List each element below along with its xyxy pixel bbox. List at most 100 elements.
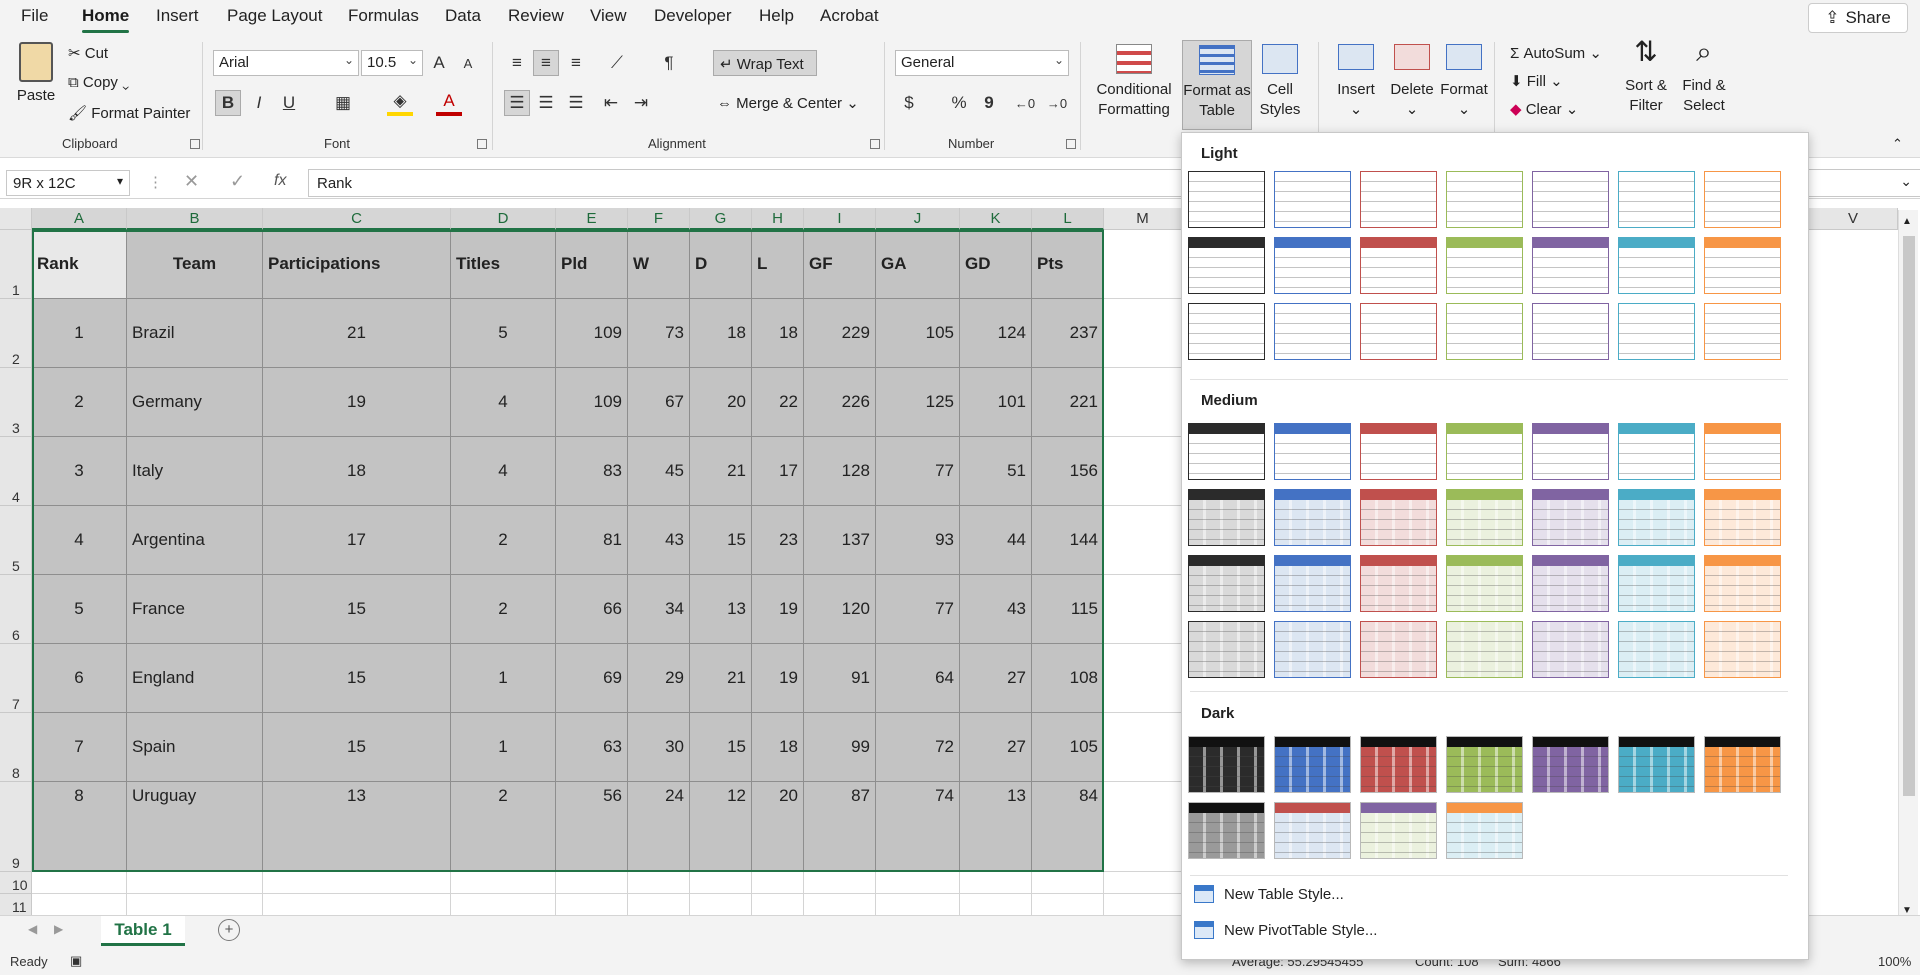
empty-cell[interactable] [804, 894, 876, 916]
empty-cell[interactable] [1104, 575, 1182, 644]
table-style-swatch[interactable] [1618, 736, 1695, 793]
accessibility-icon[interactable]: ▣ [70, 953, 82, 969]
table-cell[interactable]: 19 [752, 575, 804, 644]
table-style-swatch[interactable] [1446, 555, 1523, 612]
table-cell[interactable]: 15 [263, 644, 451, 713]
table-cell[interactable]: 20 [752, 782, 804, 872]
table-style-swatch[interactable] [1532, 303, 1609, 360]
expand-formula-icon[interactable]: ⌄ [1900, 173, 1912, 190]
empty-cell[interactable] [1104, 782, 1182, 872]
table-cell[interactable]: 24 [628, 782, 690, 872]
table-style-swatch[interactable] [1360, 802, 1437, 859]
table-cell[interactable]: 144 [1032, 506, 1104, 575]
empty-cell[interactable] [1032, 872, 1104, 894]
table-style-swatch[interactable] [1188, 171, 1265, 228]
borders-button[interactable]: ▦ [330, 90, 356, 116]
paste-button[interactable]: Paste [16, 42, 56, 106]
row-header[interactable]: 4 [0, 437, 32, 506]
table-cell[interactable]: 84 [1032, 782, 1104, 872]
zoom-level[interactable]: 100% [1878, 954, 1911, 969]
tab-file[interactable]: File [21, 6, 48, 26]
table-cell[interactable]: 64 [876, 644, 960, 713]
column-header[interactable]: A [32, 208, 127, 230]
alignment-launcher-icon[interactable] [870, 139, 880, 149]
table-style-swatch[interactable] [1618, 171, 1695, 228]
table-style-swatch[interactable] [1446, 423, 1523, 480]
table-cell[interactable]: 7 [32, 713, 127, 782]
table-cell[interactable]: 108 [1032, 644, 1104, 713]
table-cell[interactable]: 43 [960, 575, 1032, 644]
table-cell[interactable]: Titles [451, 230, 556, 299]
column-header[interactable]: E [556, 208, 628, 230]
format-cells-button[interactable]: Format ⌄ [1436, 44, 1492, 120]
select-all-corner[interactable] [0, 208, 32, 230]
name-box[interactable]: 9R x 12C ▾ [6, 170, 130, 196]
table-cell[interactable]: 93 [876, 506, 960, 575]
clipboard-launcher-icon[interactable] [190, 139, 200, 149]
table-style-swatch[interactable] [1360, 303, 1437, 360]
table-cell[interactable]: 21 [263, 299, 451, 368]
table-cell[interactable]: 69 [556, 644, 628, 713]
table-cell[interactable]: 15 [690, 506, 752, 575]
table-cell[interactable]: 83 [556, 437, 628, 506]
table-cell[interactable]: 3 [32, 437, 127, 506]
row-header[interactable]: 9 [0, 782, 32, 872]
number-format-dropdown[interactable]: General ⌄ [895, 50, 1069, 76]
table-cell[interactable]: 21 [690, 644, 752, 713]
table-cell[interactable]: Pld [556, 230, 628, 299]
table-cell[interactable]: 30 [628, 713, 690, 782]
table-cell[interactable]: D [690, 230, 752, 299]
table-cell[interactable]: 2 [451, 782, 556, 872]
table-style-swatch[interactable] [1704, 489, 1781, 546]
table-cell[interactable]: 12 [690, 782, 752, 872]
font-size-dropdown[interactable]: 10.5 ⌄ [361, 50, 423, 76]
column-header[interactable]: C [263, 208, 451, 230]
empty-cell[interactable] [32, 872, 127, 894]
table-cell[interactable]: 17 [263, 506, 451, 575]
table-cell[interactable]: GA [876, 230, 960, 299]
underline-button[interactable]: U [276, 90, 302, 116]
empty-cell[interactable] [1104, 368, 1182, 437]
table-cell[interactable]: 29 [628, 644, 690, 713]
format-painter-button[interactable]: 🖌 Format Painter [68, 104, 190, 122]
table-cell[interactable]: 74 [876, 782, 960, 872]
empty-cell[interactable] [1104, 230, 1182, 299]
table-style-swatch[interactable] [1188, 237, 1265, 294]
table-style-swatch[interactable] [1446, 802, 1523, 859]
font-name-dropdown[interactable]: Arial ⌄ [213, 50, 359, 76]
wrap-text-button[interactable]: ↵ Wrap Text [713, 50, 817, 76]
table-style-swatch[interactable] [1188, 303, 1265, 360]
table-cell[interactable]: 125 [876, 368, 960, 437]
table-style-swatch[interactable] [1274, 621, 1351, 678]
table-cell[interactable]: 226 [804, 368, 876, 437]
table-cell[interactable]: 8 [32, 782, 127, 872]
table-cell[interactable]: 23 [752, 506, 804, 575]
tab-developer[interactable]: Developer [654, 6, 732, 26]
empty-cell[interactable] [752, 894, 804, 916]
table-style-swatch[interactable] [1704, 303, 1781, 360]
enter-icon[interactable]: ✓ [230, 171, 245, 192]
table-style-swatch[interactable] [1532, 171, 1609, 228]
table-cell[interactable]: 20 [690, 368, 752, 437]
table-style-swatch[interactable] [1274, 489, 1351, 546]
table-style-swatch[interactable] [1360, 736, 1437, 793]
increase-decimal-icon[interactable]: ←0 [1012, 90, 1038, 116]
table-cell[interactable]: 17 [752, 437, 804, 506]
table-style-swatch[interactable] [1618, 237, 1695, 294]
merge-center-button[interactable]: ⇔ Merge & Center ⌄ [717, 94, 859, 112]
italic-button[interactable]: I [246, 90, 272, 116]
table-cell[interactable]: Argentina [127, 506, 263, 575]
column-header[interactable]: L [1032, 208, 1104, 230]
empty-cell[interactable] [1104, 894, 1182, 916]
orientation-icon[interactable]: ⟋ [604, 50, 630, 76]
table-cell[interactable]: Participations [263, 230, 451, 299]
table-style-swatch[interactable] [1446, 489, 1523, 546]
find-select-button[interactable]: ⌕ Find & Select [1676, 38, 1732, 116]
table-cell[interactable]: England [127, 644, 263, 713]
table-style-swatch[interactable] [1704, 736, 1781, 793]
table-style-swatch[interactable] [1188, 736, 1265, 793]
table-cell[interactable]: 27 [960, 713, 1032, 782]
column-header[interactable]: J [876, 208, 960, 230]
table-cell[interactable]: Italy [127, 437, 263, 506]
table-cell[interactable]: 51 [960, 437, 1032, 506]
